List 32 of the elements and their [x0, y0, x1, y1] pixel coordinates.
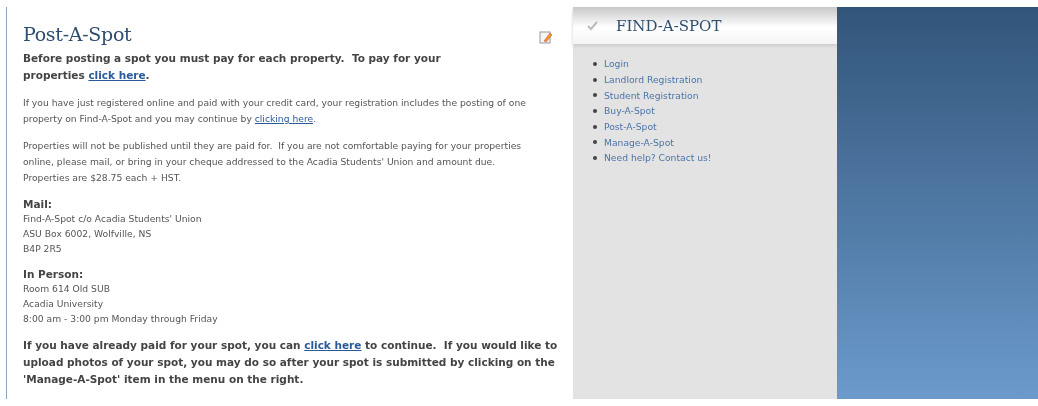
- paragraph: Before posting a spot you must pay for each property. To pay for your properties click here.: [23, 51, 442, 83]
- section-heading: In Person:: [23, 267, 85, 281]
- address-line: Room 614 Old SUB: [23, 282, 111, 296]
- page-title: Post-A-Spot: [23, 23, 132, 45]
- address-line: Find-A-Spot c/o Acadia Students' Union: [23, 212, 203, 226]
- menu-link[interactable]: Post-A-Spot: [604, 121, 657, 133]
- bullet-icon: [593, 61, 597, 66]
- menu-link[interactable]: Buy-A-Spot: [604, 105, 655, 117]
- address-line: B4P 2R5: [23, 242, 63, 256]
- address-line: ASU Box 6002, Wolfville, NS: [23, 227, 153, 241]
- sidebar-title: FIND-A-SPOT: [616, 16, 722, 35]
- bullet-icon: [593, 140, 597, 145]
- menu-link[interactable]: Landlord Registration: [604, 74, 703, 86]
- paragraph: If you have already paid for your spot, you can click here to continue. If you would like to upload photos of your spot, you may do so after your spot is submitted by clicking on the 'Manage-A-Spot' item in the menu on the right.: [23, 338, 559, 387]
- click-here-link[interactable]: click here: [304, 339, 362, 351]
- bullet-icon: [593, 77, 597, 82]
- click-here-link[interactable]: click here: [88, 69, 146, 81]
- paragraph: If you have just registered online and paid with your credit card, your registration includes the posting of one property on Find-A-Spot and you may continue by clicking here.: [23, 96, 527, 126]
- bullet-icon: [593, 108, 597, 113]
- section-heading: Mail:: [23, 197, 53, 211]
- bullet-icon: [593, 124, 597, 129]
- menu-link[interactable]: Student Registration: [604, 89, 699, 101]
- menu-link[interactable]: Login: [604, 58, 629, 70]
- address-line: 8:00 am - 3:00 pm Monday through Friday: [23, 312, 219, 326]
- address-line: Acadia University: [23, 297, 105, 311]
- check-icon: [587, 20, 598, 31]
- bullet-icon: [593, 155, 597, 160]
- pencil-icon[interactable]: [539, 29, 553, 44]
- paragraph: Properties will not be published until they are paid for. If you are not comfortable paying for your properties online, please mail, or bring in your cheque addressed to the Acadia Students' Union and amount due. Properties are $28.75 each + HST.: [23, 139, 523, 185]
- menu-link[interactable]: Manage-A-Spot: [604, 136, 674, 148]
- menu-link[interactable]: Need help? Contact us!: [604, 152, 712, 164]
- bullet-icon: [593, 93, 597, 98]
